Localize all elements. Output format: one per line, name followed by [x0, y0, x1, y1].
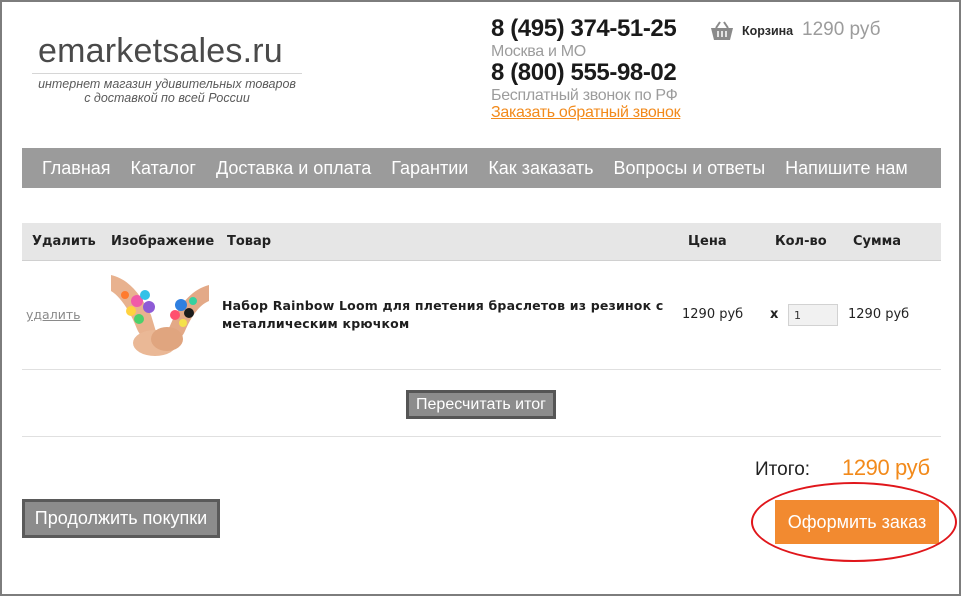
nav-item-catalog[interactable]: Каталог — [121, 158, 206, 179]
site-tagline: интернет магазин удивительных товаров с … — [32, 77, 302, 105]
site-logo[interactable]: emarketsales.ru — [38, 32, 283, 71]
product-sum: 1290 руб — [848, 307, 910, 322]
cart-total: 1290 руб — [802, 19, 881, 40]
tagline-line-2: с доставкой по всей России — [84, 91, 250, 105]
phone-moscow: 8 (495) 374-51-25 — [491, 15, 677, 42]
total-value: 1290 руб — [842, 455, 930, 480]
nav-item-how-to-order[interactable]: Как заказать — [478, 158, 603, 179]
callback-link[interactable]: Заказать обратный звонок — [491, 104, 681, 122]
checkout-highlight-circle — [751, 482, 957, 562]
col-product: Товар — [227, 234, 272, 249]
tagline-line-1: интернет магазин удивительных товаров — [38, 77, 296, 91]
recalculate-button[interactable]: Пересчитать итог — [406, 390, 556, 419]
cart-table-header: Удалить Изображение Товар Цена Кол-во Су… — [22, 223, 941, 261]
nav-item-contact[interactable]: Напишите нам — [775, 158, 918, 179]
phone-free: 8 (800) 555-98-02 — [491, 59, 677, 86]
col-sum: Сумма — [853, 234, 902, 249]
phone-free-note: Бесплатный звонок по РФ — [491, 87, 678, 104]
col-qty: Кол-во — [775, 234, 827, 249]
cart-label[interactable]: Корзина — [742, 24, 793, 38]
col-price: Цена — [688, 234, 727, 249]
nav-item-guarantees[interactable]: Гарантии — [381, 158, 478, 179]
quantity-input[interactable] — [788, 304, 838, 326]
delete-link[interactable]: удалить — [26, 307, 80, 322]
logo-divider — [32, 73, 302, 74]
product-name[interactable]: Набор Rainbow Loom для плетения браслето… — [222, 297, 667, 333]
multiply-sign: x — [770, 307, 779, 322]
basket-icon[interactable] — [709, 20, 735, 42]
row-divider — [22, 436, 941, 437]
main-nav: Главная Каталог Доставка и оплата Гарант… — [22, 148, 941, 188]
nav-item-faq[interactable]: Вопросы и ответы — [604, 158, 776, 179]
col-image: Изображение — [111, 234, 215, 249]
product-image[interactable] — [111, 265, 209, 360]
nav-item-home[interactable]: Главная — [22, 158, 121, 179]
continue-shopping-button[interactable]: Продолжить покупки — [22, 499, 220, 538]
col-delete: Удалить — [32, 234, 96, 249]
row-divider — [22, 369, 941, 370]
product-price: 1290 руб — [682, 307, 744, 322]
nav-item-delivery[interactable]: Доставка и оплата — [206, 158, 381, 179]
total-label: Итого: — [755, 459, 811, 480]
